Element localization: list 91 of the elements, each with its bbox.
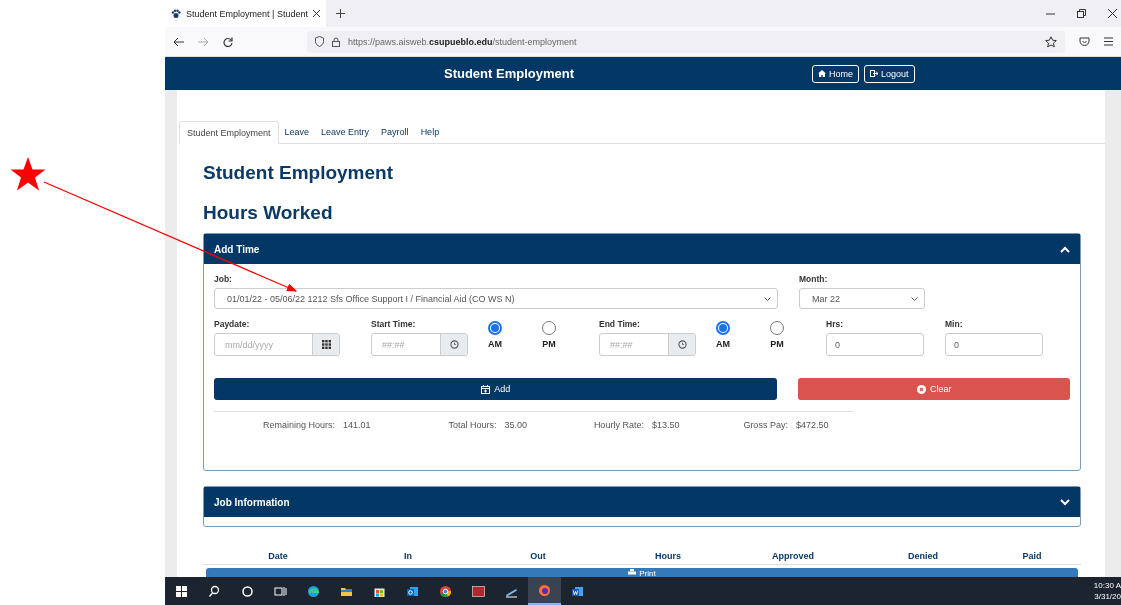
- clear-button[interactable]: Clear: [798, 378, 1070, 400]
- column-header: Out: [530, 551, 546, 561]
- shield-icon: [315, 36, 324, 47]
- clock-icon: [449, 340, 459, 349]
- column-header: Date: [268, 551, 288, 561]
- radio-button[interactable]: [542, 321, 556, 335]
- windows-icon[interactable]: [175, 584, 188, 598]
- radio-label: AM: [488, 339, 502, 349]
- field-label: Job:: [214, 274, 233, 286]
- panel-title: Job Information: [214, 496, 290, 508]
- summary-label: Hourly Rate:: [593, 420, 644, 430]
- caret-icon: [911, 296, 918, 301]
- print-button[interactable]: Print: [206, 568, 1078, 577]
- summary-value: 141.01: [343, 420, 371, 430]
- chrome-icon[interactable]: [439, 584, 452, 598]
- page-tab[interactable]: Help: [414, 127, 446, 143]
- column-header: In: [404, 551, 412, 561]
- radio-label: PM: [770, 339, 784, 349]
- summary-label: Gross Pay:: [743, 420, 788, 430]
- field-label: End Time:: [599, 319, 641, 331]
- caret-icon: [764, 296, 771, 301]
- summary-value: 35.00: [504, 420, 527, 430]
- tab-title: Student Employment | Student: [186, 8, 308, 19]
- radio-button[interactable]: [488, 321, 502, 335]
- star-outline-icon[interactable]: [1045, 35, 1057, 48]
- minimize-icon[interactable]: [1046, 12, 1055, 15]
- clock-icon: [677, 340, 687, 349]
- field-label: Month:: [799, 274, 829, 286]
- page-title: Student Employment: [203, 162, 394, 184]
- page-tab[interactable]: Student Employment: [179, 121, 279, 144]
- lock-icon: [332, 36, 340, 47]
- menu-icon[interactable]: [1104, 37, 1113, 46]
- radio-button[interactable]: [770, 321, 784, 335]
- page-tab[interactable]: Leave Entry: [315, 127, 376, 143]
- star-icon: [10, 157, 46, 191]
- close-icon[interactable]: [1108, 9, 1117, 18]
- calendar-plus-icon: [481, 384, 491, 394]
- logout-button[interactable]: Logout: [864, 64, 915, 83]
- field-label: Start Time:: [371, 319, 417, 331]
- column-header: Approved: [772, 551, 814, 561]
- clear-icon: [916, 384, 926, 394]
- field-label: Min:: [945, 319, 964, 331]
- back-icon[interactable]: [173, 36, 184, 47]
- app-tile-icon[interactable]: [472, 584, 485, 598]
- section-title: Hours Worked: [203, 202, 334, 224]
- sign-out-icon: [870, 70, 878, 77]
- radio-label: PM: [542, 339, 556, 349]
- radio-button[interactable]: [716, 321, 730, 335]
- add-button[interactable]: Add: [214, 378, 778, 400]
- circle-icon[interactable]: [241, 584, 254, 598]
- month-select[interactable]: Mar 22: [799, 288, 925, 309]
- plus-icon[interactable]: [335, 9, 345, 18]
- column-header: Hours: [655, 551, 681, 561]
- reload-icon[interactable]: [223, 36, 233, 47]
- search-icon[interactable]: [208, 584, 221, 598]
- radio-label: AM: [716, 339, 730, 349]
- browser-tab[interactable]: Student Employment | Student: [165, 0, 326, 27]
- close-icon[interactable]: [312, 10, 320, 17]
- chevron-down-icon[interactable]: [1060, 498, 1070, 506]
- restore-icon[interactable]: [1077, 9, 1086, 18]
- panel-header[interactable]: Add Time: [204, 234, 1080, 264]
- field-label: Hrs:: [826, 319, 844, 331]
- pocket-icon[interactable]: [1079, 36, 1090, 47]
- summary-label: Total Hours:: [448, 420, 497, 430]
- summary-value: $13.50: [651, 420, 680, 430]
- page-tab[interactable]: Leave: [278, 127, 316, 143]
- column-header: Denied: [908, 551, 938, 561]
- paw-icon: [171, 8, 181, 19]
- minutes-field[interactable]: 0: [945, 333, 1043, 356]
- firefox-icon[interactable]: [538, 583, 551, 597]
- task-view-icon[interactable]: [274, 584, 287, 598]
- home-button[interactable]: Home: [812, 64, 859, 83]
- clock-text: 10:30 A: [1093, 580, 1121, 591]
- grid-icon: [321, 340, 331, 349]
- page-tab[interactable]: Payroll: [375, 127, 415, 143]
- home-icon: [818, 70, 826, 77]
- field-label: Paydate:: [214, 319, 251, 331]
- chevron-up-icon[interactable]: [1060, 245, 1070, 253]
- address-bar[interactable]: https://paws.aisweb.csupueblo.edu/student-employment: [307, 30, 1065, 53]
- panel-header[interactable]: Job Information: [204, 487, 1080, 517]
- hours-field[interactable]: 0: [826, 333, 924, 356]
- word-icon[interactable]: [571, 584, 584, 598]
- job-select[interactable]: 01/01/22 - 05/06/22 1212 Sfs Office Support I / Financial Aid (CO WS N): [214, 288, 778, 309]
- mail-app-icon[interactable]: [406, 584, 419, 598]
- panel-title: Add Time: [214, 243, 260, 255]
- clock-text: 3/31/20: [1094, 591, 1121, 602]
- browser-icon[interactable]: [307, 584, 320, 598]
- column-header: Paid: [1022, 551, 1042, 561]
- app-title: Student Employment: [443, 66, 574, 81]
- summary-label: Remaining Hours:: [263, 420, 336, 430]
- summary-value: $472.50: [795, 420, 829, 430]
